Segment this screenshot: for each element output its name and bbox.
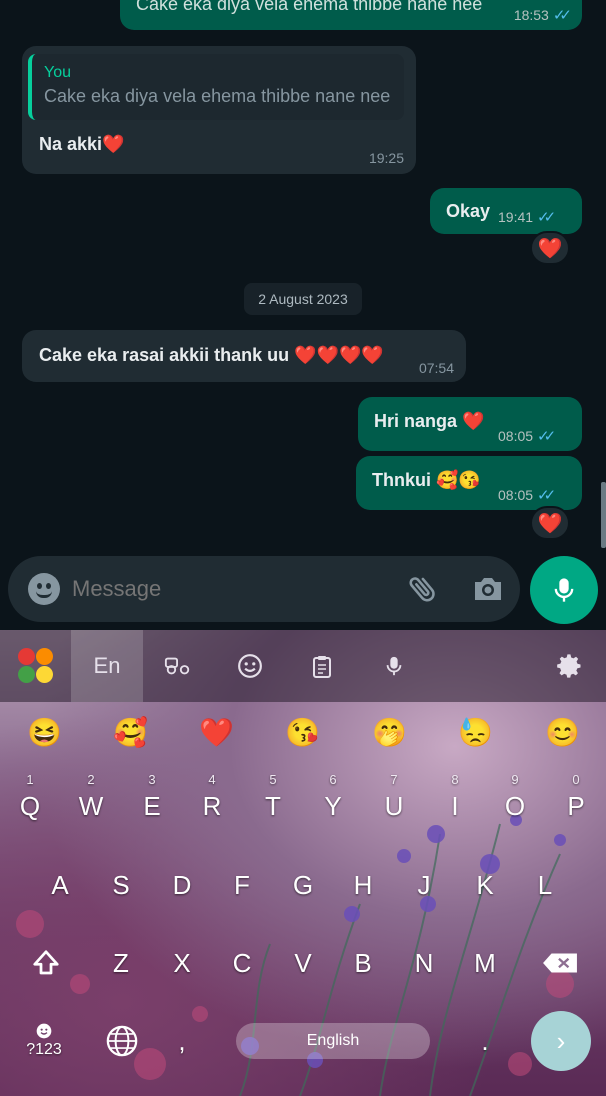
space-bar[interactable]: English <box>236 1023 430 1059</box>
key-f[interactable]: F <box>212 852 272 918</box>
emoji-suggestion[interactable]: 🤭 <box>372 716 407 750</box>
key-l[interactable]: L <box>515 852 575 918</box>
key-y[interactable]: 6Y <box>303 770 363 836</box>
emoji-suggestion-row: 😆 🥰 ❤️ 😘 🤭 😓 😊 <box>0 702 606 764</box>
emoji: 🥰😘 <box>436 470 481 490</box>
message-text: Okay <box>446 201 491 221</box>
language-tab[interactable]: En <box>71 630 143 702</box>
message-bubble-incoming[interactable]: You Cake eka diya vela ehema thibbe nane… <box>22 46 416 174</box>
key-k[interactable]: K <box>455 852 515 918</box>
message-bubble-incoming[interactable]: Cake eka rasai akkii thank uu ❤️❤️❤️❤️ 0… <box>22 330 466 382</box>
shift-key[interactable] <box>16 930 76 996</box>
key-c[interactable]: C <box>212 930 272 996</box>
key-i[interactable]: 8I <box>425 770 485 836</box>
heart-emoji: ❤️ <box>462 411 485 431</box>
message-bubble-outgoing[interactable]: Okay 19:41 ✓✓ <box>430 188 582 234</box>
message-text: Na akki❤️ <box>39 134 125 154</box>
message-time: 19:25 <box>368 150 404 166</box>
keyboard: En 😆 🥰 ❤️ 😘 🤭 😓 😊 1Q 2W 3E 4R 5T 6Y 7U 8… <box>0 630 606 1096</box>
message-text: Cake eka diya vela ehema thibbe nane nee <box>136 0 483 14</box>
key-w[interactable]: 2W <box>61 770 121 836</box>
message-composer <box>8 556 520 622</box>
key-u[interactable]: 7U <box>364 770 424 836</box>
emoji-suggestion[interactable]: 😊 <box>545 716 580 750</box>
period-key[interactable]: . <box>455 1008 515 1074</box>
settings-gear-icon[interactable] <box>542 630 598 702</box>
emoji-icon[interactable] <box>28 573 60 605</box>
symbols-key[interactable]: ?123 <box>14 1008 74 1074</box>
language-globe-key[interactable] <box>92 1008 152 1074</box>
key-n[interactable]: N <box>394 930 454 996</box>
emoji-suggestion[interactable]: ❤️ <box>199 716 234 750</box>
message-bubble-outgoing[interactable]: Hri nanga ❤️ 08:05 ✓✓ <box>358 397 582 451</box>
key-g[interactable]: G <box>273 852 333 918</box>
message-time: 08:05 ✓✓ <box>498 487 556 504</box>
key-e[interactable]: 3E <box>122 770 182 836</box>
key-a[interactable]: A <box>30 852 90 918</box>
key-h[interactable]: H <box>333 852 393 918</box>
reaction-heart[interactable]: ❤️ <box>530 231 570 265</box>
read-receipt-icon: ✓✓ <box>537 209 556 226</box>
emoji-suggestion[interactable]: 😓 <box>458 716 493 750</box>
message-time: 18:53 ✓✓ <box>513 7 572 24</box>
quote-text: Cake eka diya vela ehema thibbe nane nee <box>44 86 391 106</box>
key-m[interactable]: M <box>455 930 515 996</box>
emoji-suggestion[interactable]: 😘 <box>285 716 320 750</box>
chat-area: Cake eka diya vela ehema thibbe nane nee… <box>0 0 606 630</box>
keyboard-logo-icon[interactable] <box>18 648 54 684</box>
read-receipt-icon: ✓✓ <box>537 428 556 445</box>
key-b[interactable]: B <box>333 930 393 996</box>
reaction-heart[interactable]: ❤️ <box>530 506 570 540</box>
clipboard-icon[interactable] <box>294 630 350 702</box>
key-p[interactable]: 0P <box>546 770 606 836</box>
message-input[interactable] <box>72 576 392 602</box>
backspace-icon <box>543 953 577 973</box>
transliteration-icon[interactable] <box>150 630 206 702</box>
message-text: Cake eka rasai akkii thank uu ❤️❤️❤️❤️ <box>39 345 384 365</box>
keyboard-toolbar: En <box>0 630 606 702</box>
emoji-suggestion[interactable]: 😆 <box>27 716 62 750</box>
key-x[interactable]: X <box>152 930 212 996</box>
comma-key[interactable]: , <box>152 1008 212 1074</box>
camera-icon[interactable] <box>472 575 504 603</box>
date-separator: 2 August 2023 <box>244 283 362 315</box>
key-q[interactable]: 1Q <box>0 770 60 836</box>
message-text: Hri nanga ❤️ <box>374 411 485 431</box>
message-time: 08:05 ✓✓ <box>498 428 556 445</box>
globe-icon <box>106 1025 138 1057</box>
emoji-suggestion[interactable]: 🥰 <box>113 716 148 750</box>
key-t[interactable]: 5T <box>243 770 303 836</box>
key-j[interactable]: J <box>394 852 454 918</box>
scrollbar[interactable] <box>601 482 606 548</box>
heart-emoji: ❤️❤️❤️❤️ <box>294 345 384 365</box>
voice-input-icon[interactable] <box>366 630 422 702</box>
key-r[interactable]: 4R <box>182 770 242 836</box>
message-text: Thnkui 🥰😘 <box>372 470 481 490</box>
heart-emoji: ❤️ <box>102 134 125 154</box>
quoted-message[interactable]: You Cake eka diya vela ehema thibbe nane… <box>28 54 404 120</box>
message-bubble-outgoing[interactable]: Thnkui 🥰😘 08:05 ✓✓ <box>356 456 582 510</box>
key-d[interactable]: D <box>152 852 212 918</box>
enter-arrow-button[interactable]: › <box>531 1011 591 1071</box>
paperclip-icon[interactable] <box>406 572 440 606</box>
shift-icon <box>33 950 59 975</box>
read-receipt-icon: ✓✓ <box>537 487 556 504</box>
emoji-small-icon <box>36 1023 52 1039</box>
read-receipt-icon: ✓✓ <box>552 7 572 24</box>
message-time: 19:41 ✓✓ <box>498 209 556 226</box>
message-bubble-outgoing[interactable]: Cake eka diya vela ehema thibbe nane nee… <box>120 0 582 30</box>
microphone-button[interactable] <box>530 556 598 624</box>
key-v[interactable]: V <box>273 930 333 996</box>
key-s[interactable]: S <box>91 852 151 918</box>
microphone-icon <box>554 578 574 602</box>
key-z[interactable]: Z <box>91 930 151 996</box>
message-time: 07:54 <box>418 360 454 376</box>
quote-author: You <box>44 64 71 81</box>
backspace-key[interactable] <box>530 930 590 996</box>
key-o[interactable]: 9O <box>485 770 545 836</box>
emoji-icon[interactable] <box>222 630 278 702</box>
